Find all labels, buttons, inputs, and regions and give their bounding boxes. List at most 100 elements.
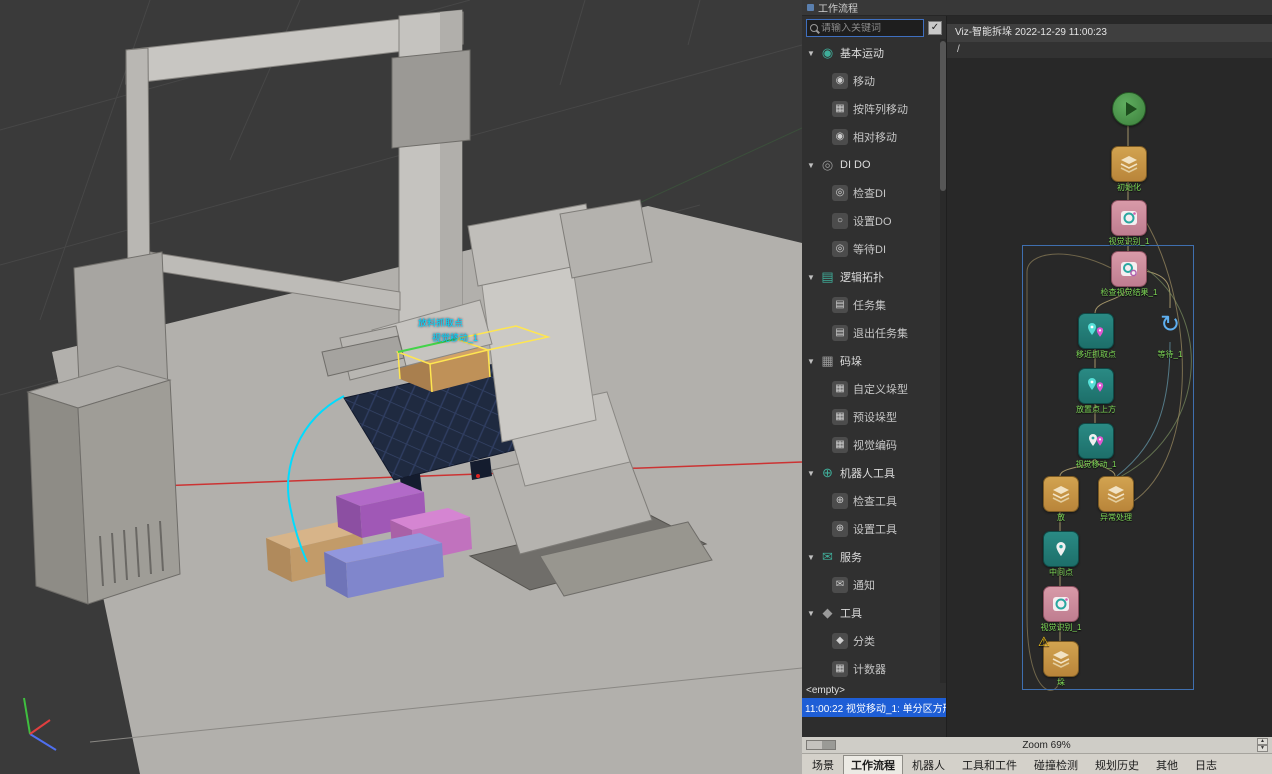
collapse-arrow-icon[interactable]: ▼ (807, 469, 815, 478)
tab-collision-detection[interactable]: 碰撞检测 (1026, 755, 1086, 774)
library-item-vision-coding[interactable]: ▦视觉编码 (802, 431, 939, 459)
node-vision-recognize-top[interactable]: 视觉识别_1 (1111, 200, 1147, 236)
workflow-breadcrumb[interactable]: / (947, 42, 1272, 58)
library-item-move-by-array[interactable]: ▦按阵列移动 (802, 95, 939, 123)
pallet-grid-icon: ▦ (832, 381, 848, 397)
scene-pick-point-label: 放料抓取点 (418, 318, 463, 328)
node-above-place-point[interactable]: 放置点上方 (1078, 368, 1114, 404)
pin-icon: ◉ (832, 129, 848, 145)
library-group-palletizing[interactable]: ▼▦码垛 (802, 347, 939, 375)
item-label: 预设垛型 (853, 409, 897, 425)
zoom-step-up-button[interactable]: ▲ (1257, 738, 1268, 745)
library-item-set-tool[interactable]: ⊕设置工具 (802, 515, 939, 543)
library-group-di-do[interactable]: ▼◎DI DO (802, 151, 939, 179)
node-label: 异常处理 (1100, 512, 1132, 523)
tree-scrollbar[interactable] (940, 39, 946, 683)
layers-exit-icon: ▤ (832, 325, 848, 341)
workflow-panel: 工作流程 ✓ ▼◉基本运动 ◉移动 ▦按阵列移动 ◉ 相对移动 ▼◎DI DO ◎… (802, 0, 1272, 774)
search-box[interactable] (806, 19, 924, 37)
node-vision-move[interactable]: 视觉移动_1 (1078, 423, 1114, 459)
node-tree: ▼◉基本运动 ◉移动 ▦按阵列移动 ◉ 相对移动 ▼◎DI DO ◎ 检查DI ○设… (802, 39, 946, 683)
tab-workflow[interactable]: 工作流程 (843, 755, 903, 774)
collapse-arrow-icon[interactable]: ▼ (807, 161, 815, 170)
node-init[interactable]: 初始化 (1111, 146, 1147, 182)
collapse-arrow-icon[interactable]: ▼ (807, 273, 815, 282)
grid-pin-icon: ▦ (832, 101, 848, 117)
camera-check-icon (1119, 259, 1139, 279)
node-wait[interactable]: ↻ 等待_1 (1153, 308, 1187, 342)
counter-icon: ▦ (832, 661, 848, 677)
library-item-counter[interactable]: ▦ 计数器 (802, 655, 939, 683)
collapse-arrow-icon[interactable]: ▼ (807, 49, 815, 58)
panel-titlebar[interactable]: 工作流程 (802, 0, 1272, 16)
tab-other[interactable]: 其他 (1148, 755, 1186, 774)
mini-progress-bar[interactable] (806, 740, 836, 750)
library-item-relative-move[interactable]: ◉ 相对移动 (802, 123, 939, 151)
item-label: 检查DI (853, 185, 886, 201)
library-item-set-do[interactable]: ○设置DO (802, 207, 939, 235)
library-item-wait-di[interactable]: ◎等待DI (802, 235, 939, 263)
collapse-arrow-icon[interactable]: ▼ (807, 609, 815, 618)
collapse-arrow-icon[interactable]: ▼ (807, 553, 815, 562)
node-check-vision-result[interactable]: 检查视觉结果_1 (1111, 251, 1147, 287)
item-label: 分类 (853, 633, 875, 649)
library-group-basic-motion[interactable]: ▼◉基本运动 (802, 39, 939, 67)
scene-3d (0, 0, 802, 774)
library-item-exit-task-set[interactable]: ▤退出任务集 (802, 319, 939, 347)
node-pallet[interactable]: ⚠ 垛 (1043, 641, 1079, 677)
tab-robot[interactable]: 机器人 (904, 755, 953, 774)
tab-planning-history[interactable]: 规划历史 (1087, 755, 1147, 774)
tab-log[interactable]: 日志 (1187, 755, 1225, 774)
library-item-custom-pattern[interactable]: ▦自定义垛型 (802, 375, 939, 403)
library-item-task-set[interactable]: ▤任务集 (802, 291, 939, 319)
camera-icon (1119, 208, 1139, 228)
item-label: 视觉编码 (853, 437, 897, 453)
workflow-title: Viz-智能拆垛 2022-12-29 11:00:23 (947, 24, 1272, 42)
search-input[interactable] (821, 23, 920, 34)
search-icon (810, 24, 818, 32)
zoom-stepper[interactable]: ▲ ▼ (1257, 738, 1268, 752)
node-place[interactable]: 放 (1043, 476, 1079, 512)
node-middle-point[interactable]: 中间点 (1043, 531, 1079, 567)
3d-viewport[interactable]: 放料抓取点 视觉移动_1 (0, 0, 802, 774)
library-group-logic-topology[interactable]: ▼▤逻辑拓扑 (802, 263, 939, 291)
zoom-level: Zoom 69% (842, 740, 1251, 751)
mail-icon: ✉ (832, 577, 848, 593)
library-footer-spacer (802, 717, 946, 737)
item-label: 计数器 (853, 661, 886, 677)
node-label: 放 (1057, 512, 1065, 523)
tab-tools-workpieces[interactable]: 工具和工件 (954, 755, 1025, 774)
node-exception-handling[interactable]: 异常处理 (1098, 476, 1134, 512)
library-item-preset-pattern[interactable]: ▦ 预设垛型 (802, 403, 939, 431)
library-item-classify[interactable]: ◆ 分类 (802, 627, 939, 655)
log-line-selected[interactable]: 11:00:22 视觉移动_1: 单分区方形 (802, 698, 946, 717)
library-group-services[interactable]: ▼✉服务 (802, 543, 939, 571)
filter-checkbox[interactable]: ✓ (928, 21, 942, 35)
node-start[interactable] (1112, 92, 1146, 126)
panel-icon (807, 4, 814, 11)
workflow-canvas[interactable]: Viz-智能拆垛 2022-12-29 11:00:23 / (947, 16, 1272, 737)
tab-scene[interactable]: 场景 (804, 755, 842, 774)
pins-icon (1085, 320, 1107, 342)
library-item-notify[interactable]: ✉通知 (802, 571, 939, 599)
tree-scrollbar-thumb[interactable] (940, 41, 946, 191)
item-label: 相对移动 (853, 129, 897, 145)
classify-icon: ◆ (832, 633, 848, 649)
group-label: 码垛 (840, 353, 862, 369)
zoom-step-down-button[interactable]: ▼ (1257, 745, 1268, 752)
pallet-grid-icon: ▦ (832, 409, 848, 425)
vision-pin-icon (1085, 430, 1107, 452)
pin-icon: ◉ (832, 73, 848, 89)
node-label: 中间点 (1049, 567, 1073, 578)
node-move-near-pick[interactable]: 移近抓取点 (1078, 313, 1114, 349)
node-label: 垛 (1057, 677, 1065, 688)
io-icon: ◎ (832, 185, 848, 201)
collapse-arrow-icon[interactable]: ▼ (807, 357, 815, 366)
library-item-check-tool[interactable]: ⊕检查工具 (802, 487, 939, 515)
library-group-robot-tools[interactable]: ▼⊕机器人工具 (802, 459, 939, 487)
group-label: 工具 (840, 605, 862, 621)
library-item-check-di[interactable]: ◎ 检查DI (802, 179, 939, 207)
library-item-move[interactable]: ◉移动 (802, 67, 939, 95)
node-vision-recognize-bottom[interactable]: 视觉识别_1 (1043, 586, 1079, 622)
library-group-tools[interactable]: ▼◆工具 (802, 599, 939, 627)
